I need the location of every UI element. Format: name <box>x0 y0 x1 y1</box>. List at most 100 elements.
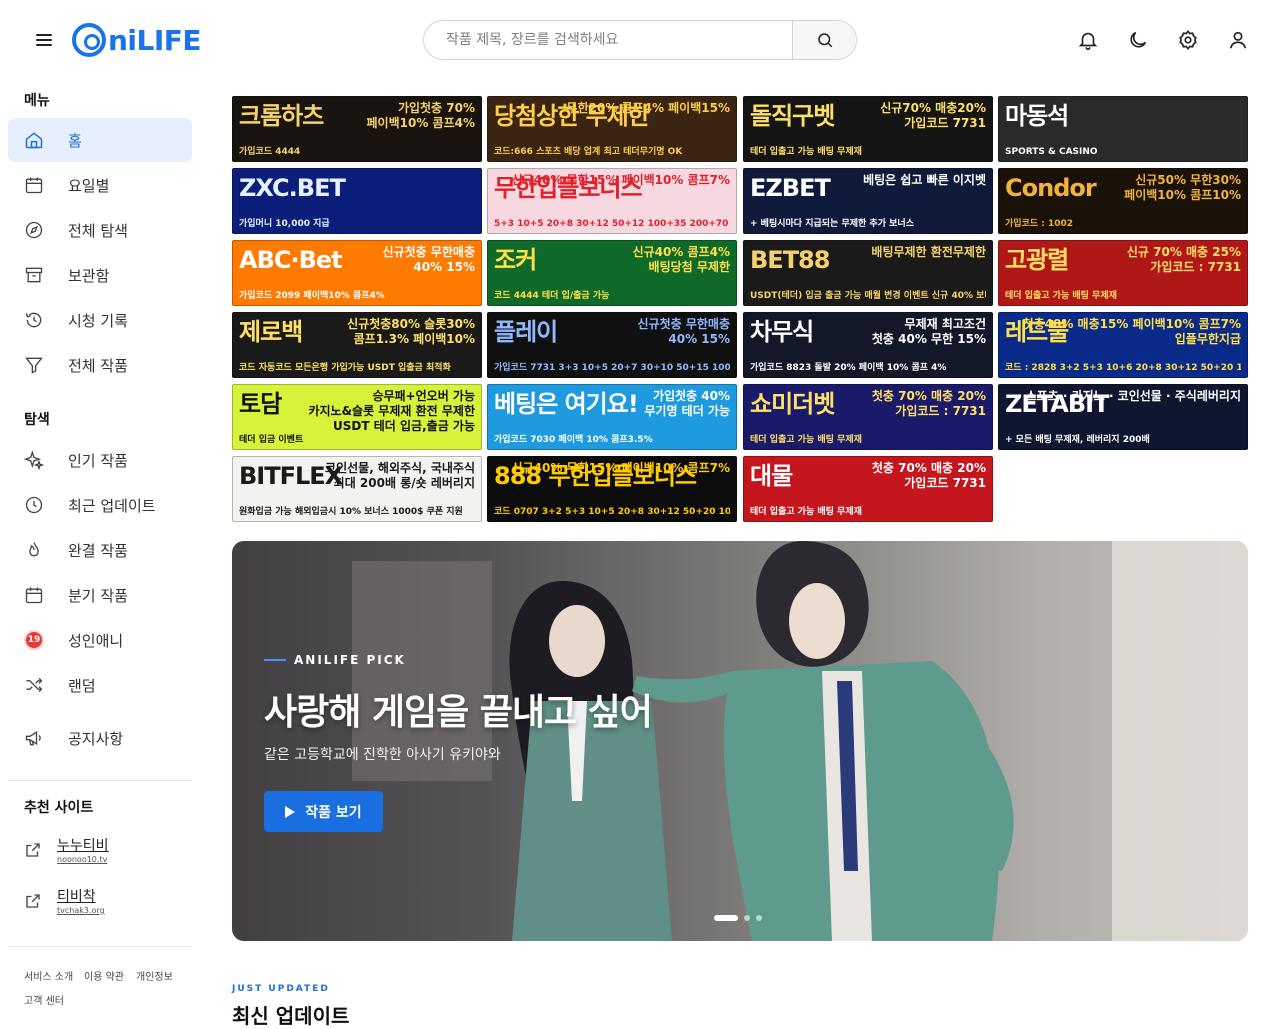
calendar-icon <box>24 175 44 195</box>
ad-banner[interactable]: ZETABIT 스포츠 · 카지노 · 코인선물 · 주식레버리지 + 모든 배팅 … <box>998 384 1248 450</box>
sidebar-item-library[interactable]: 보관함 <box>8 253 192 297</box>
search-button[interactable] <box>792 21 856 59</box>
ad-banner-details: SPORTS & CASINO <box>1005 147 1098 157</box>
ad-banner[interactable]: 제로백 신규첫충80% 슬롯30% 콤프1.3% 페이백10% 코드 자동코드 모든… <box>232 312 482 378</box>
ad-banner[interactable]: 888 무한입플보너스 신규40% 무한15% 페이백10% 콤프7% 코드 070… <box>487 456 737 522</box>
sidebar-item-label: 전체 탐색 <box>68 221 128 240</box>
ad-banner[interactable]: 당첨상한 무제한 무한20% 콤프4% 페이백15% 코드:666 스포츠 배당 업… <box>487 96 737 162</box>
footer-link-support[interactable]: 고객 센터 <box>24 992 64 1007</box>
sidebar-item-label: 전체 작품 <box>68 356 128 375</box>
sidebar-item-quarterly[interactable]: 분기 작품 <box>8 573 192 617</box>
ad-banner[interactable]: ABC·Bet 신규첫충 무한매충 40% 15% 가입코드 2099 페이백10%… <box>232 240 482 306</box>
footer-link-privacy[interactable]: 개인정보 <box>136 968 173 983</box>
ad-banner[interactable]: 토담 승무패+언오버 가능 카지노&슬롯 무제재 환전 무제한 USDT 테더 입… <box>232 384 482 450</box>
recommended-site-link[interactable]: 티비착 tvchak3.org <box>24 886 194 926</box>
search-icon <box>817 33 832 48</box>
sidebar-item-history[interactable]: 시청 기록 <box>8 298 192 342</box>
ad-banner[interactable]: 크롬하츠 가입첫충 70% 페이백10% 콤프4% 가입코드 4444 <box>232 96 482 162</box>
ad-banner-title: Condor <box>1005 174 1097 202</box>
footer-link-terms[interactable]: 이용 약관 <box>84 968 124 983</box>
ad-banner-offer: 신규40% 무한15% 페이백10% 콤프7% <box>511 461 730 475</box>
sidebar-item-all-works[interactable]: 전체 작품 <box>8 343 192 387</box>
hero-carousel[interactable]: ANILIFE PICK 사랑해 게임을 끝내고 싶어 같은 고등학교에 진학한… <box>232 541 1248 941</box>
ad-banner-title: 크롬하츠 <box>239 102 324 130</box>
shuffle-icon <box>24 675 44 695</box>
sidebar-item-explore-all[interactable]: 전체 탐색 <box>8 208 192 252</box>
sidebar-item-label: 요일별 <box>68 176 110 195</box>
ad-banner[interactable]: 베팅은 여기요! 가입첫충 40% 무기명 테더 가능 가입코드 7030 페이백 … <box>487 384 737 450</box>
sidebar-item-label: 공지사항 <box>68 729 124 748</box>
sidebar-item-random[interactable]: 랜덤 <box>8 663 192 707</box>
carousel-dot[interactable] <box>744 915 750 921</box>
sidebar-item-popular[interactable]: 인기 작품 <box>8 438 192 482</box>
notifications-button[interactable] <box>1074 26 1102 54</box>
watch-button[interactable]: 작품 보기 <box>264 791 383 832</box>
ad-banner[interactable]: EZBET 베팅은 쉽고 빠른 이지벳 + 베팅시마다 지급되는 무제한 추가 보너… <box>743 168 993 234</box>
ad-banner-details: 가입코드 4444 <box>239 147 301 157</box>
ad-banner[interactable]: BET88 배팅무제한 환전무제한 USDT(테더) 입금 출금 가능 매월 변경 … <box>743 240 993 306</box>
ad-banner-details: 테더 입출고 가능 배팅 무제재 <box>1005 291 1117 301</box>
ad-banner-offer: 신규첫충 무한매충 40% 15% <box>637 317 731 346</box>
sidebar-item-recent-updates[interactable]: 최근 업데이트 <box>8 483 192 527</box>
ad-banner[interactable]: Condor 신규50% 무한30% 페이백10% 콤프10% 가입코드 : 100… <box>998 168 1248 234</box>
ad-banner-offer: 스포츠 · 카지노 · 코인선물 · 주식레버리지 <box>1025 389 1241 403</box>
ad-banner-title: 제로백 <box>239 318 303 346</box>
ad-banner-offer: 신규70% 매충20% 가입코드 7731 <box>880 101 986 130</box>
carousel-dot[interactable] <box>714 915 738 921</box>
ad-banner-title: 돌직구벳 <box>750 102 835 130</box>
ad-banner[interactable]: ZXC.BET 가입머니 10,000 지급 <box>232 168 482 234</box>
ad-banner-offer: 첫충 70% 매충 20% 가입코드 : 7731 <box>871 389 986 418</box>
ad-banner[interactable]: 돌직구벳 신규70% 매충20% 가입코드 7731 테더 입출고 가능 배팅 무제… <box>743 96 993 162</box>
ad-banner-title: 고광렬 <box>1005 246 1069 274</box>
explore-section-title: 탐색 <box>24 412 50 428</box>
logo-mark-icon <box>72 23 106 57</box>
search-input[interactable] <box>424 21 792 59</box>
ad-banner[interactable]: 마동석 SPORTS & CASINO <box>998 96 1248 162</box>
sidebar-item-label: 시청 기록 <box>68 311 128 330</box>
hero-artwork <box>232 541 1248 941</box>
gear-icon <box>1179 29 1197 51</box>
ad-banner[interactable]: 고광렬 신규 70% 매충 25% 가입코드 : 7731 테더 입출고 가능 배팅… <box>998 240 1248 306</box>
user-icon <box>1229 31 1247 49</box>
external-link-icon <box>24 892 42 914</box>
footer-link-about[interactable]: 서비스 소개 <box>24 968 73 983</box>
ad-banner[interactable]: 레드불 첫충40% 매충15% 페이백10% 콤프7% 입플무한지급 코드 : 28… <box>998 312 1248 378</box>
sidebar-item-label: 완결 작품 <box>68 541 128 560</box>
ad-banner-title: 쇼미더벳 <box>750 390 835 418</box>
ad-banner[interactable]: 대물 첫충 70% 매충 20% 가입코드 7731 테더 입출고 가능 배팅 무제… <box>743 456 993 522</box>
sidebar-item-home[interactable]: 홈 <box>8 118 192 162</box>
ad-banner[interactable]: 플레이 신규첫충 무한매충 40% 15% 가입코드 7731 3+3 10+5 2… <box>487 312 737 378</box>
sidebar-item-label: 최근 업데이트 <box>68 496 156 515</box>
hero-tag-accent <box>264 659 286 661</box>
hamburger-menu-icon[interactable] <box>30 26 58 54</box>
site-logo[interactable]: niLIFE <box>72 22 202 58</box>
carousel-dots <box>714 915 768 921</box>
recommended-site-link[interactable]: 누누티비 noonoo10.tv <box>24 835 194 875</box>
theme-toggle-button[interactable] <box>1124 26 1152 54</box>
sidebar-item-label: 인기 작품 <box>68 451 128 470</box>
ad-banner-offer: 가입첫충 40% 무기명 테더 가능 <box>644 389 730 418</box>
sidebar-item-completed[interactable]: 완결 작품 <box>8 528 192 572</box>
ad-banner[interactable]: 차무식 무제재 최고조건 첫충 40% 무한 15% 가입코드 8823 돌발 20… <box>743 312 993 378</box>
carousel-dot[interactable] <box>756 915 762 921</box>
ad-banner-details: 코드 자동코드 모든은행 가입가능 USDT 입출금 최적화 <box>239 363 451 373</box>
sidebar: 메뉴 홈 요일별 전체 탐색 보관함 시청 기록 전체 작품 탐색 인기 작품 … <box>0 80 200 1024</box>
ad-banner[interactable]: 쇼미더벳 첫충 70% 매충 20% 가입코드 : 7731 테더 입출고 가능 배… <box>743 384 993 450</box>
sidebar-item-notice[interactable]: 공지사항 <box>8 716 192 760</box>
ad-banner-details: 테더 입출고 가능 배팅 무제재 <box>750 435 862 445</box>
play-icon <box>285 805 296 818</box>
recommended-site-url: noonoo10.tv <box>57 855 108 864</box>
sidebar-item-weekday[interactable]: 요일별 <box>8 163 192 207</box>
ad-banner-title: 베팅은 여기요! <box>494 390 639 418</box>
menu-section-title: 메뉴 <box>24 93 50 109</box>
ad-banner-offer: 코인선물, 해외주식, 국내주식 최대 200배 롱/숏 레버리지 <box>325 461 475 490</box>
settings-button[interactable] <box>1174 26 1202 54</box>
ad-banner[interactable]: 조커 신규40% 콤프4% 배팅당첨 무제한 코드 4444 테더 입/출금 가능 <box>487 240 737 306</box>
clock-icon <box>24 495 44 515</box>
profile-button[interactable] <box>1224 26 1252 54</box>
sparkle-icon <box>24 450 44 470</box>
ad-banner[interactable]: BITFLEX 코인선물, 해외주식, 국내주식 최대 200배 롱/숏 레버리지… <box>232 456 482 522</box>
sidebar-item-adult[interactable]: 19 성인애니 <box>8 618 192 662</box>
ad-banner[interactable]: 무한입플보너스 신규40% 무한15% 페이백10% 콤프7% 5+3 10+5 2… <box>487 168 737 234</box>
ad-banner-offer: 신규 70% 매충 25% 가입코드 : 7731 <box>1126 245 1241 274</box>
